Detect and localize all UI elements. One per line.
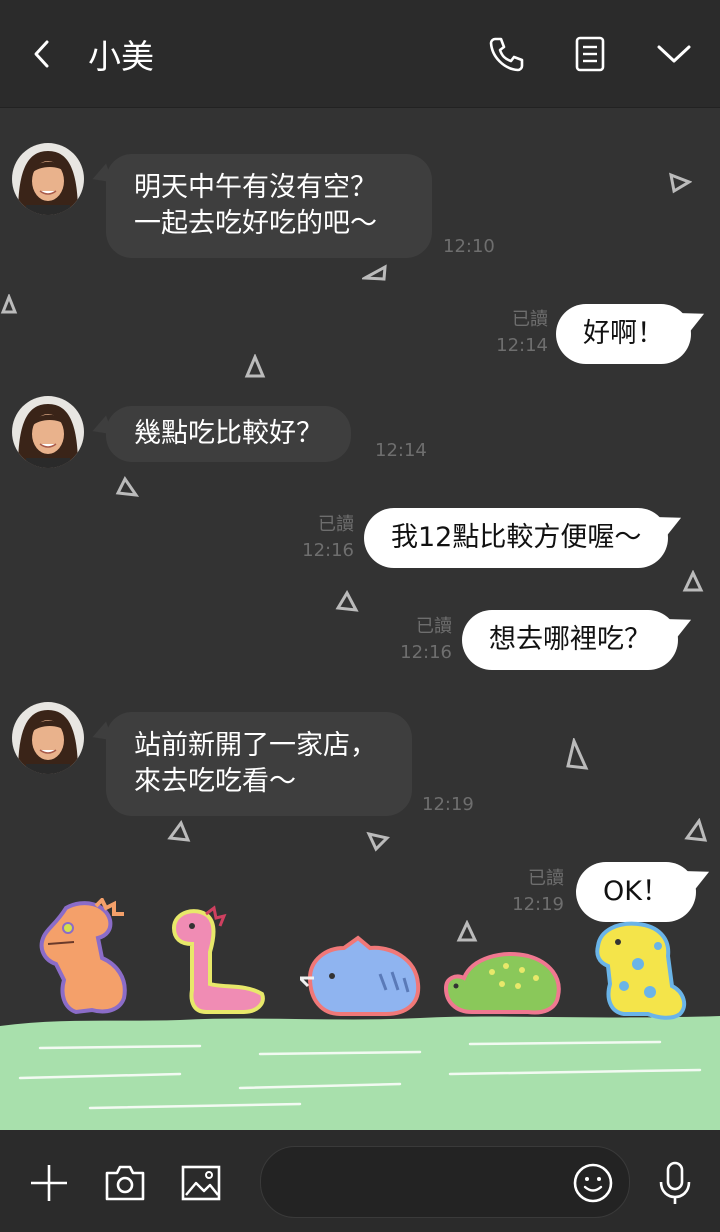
triangle-decoration-icon [244,354,266,378]
message-text-line: 一起去吃好吃的吧～ [134,208,377,239]
message-time: 12:19 [512,894,564,915]
read-receipt: 已讀 [512,309,548,330]
pink-dinosaur-icon [171,905,265,1014]
avatar[interactable] [12,702,84,774]
call-button[interactable] [484,32,528,76]
chat-area[interactable]: 明天中午有沒有空？ 一起去吃好吃的吧～ 12:10 已讀 12:14 好啊！ 幾… [0,108,720,1130]
camera-icon [105,1165,145,1201]
outgoing-message[interactable]: OK！ [576,862,696,922]
outgoing-message[interactable]: 好啊！ [556,304,691,364]
message-meta: 已讀 12:14 [490,307,548,359]
incoming-message[interactable]: 明天中午有沒有空？ 一起去吃好吃的吧～ [106,154,432,258]
phone-icon [489,37,524,72]
read-receipt: 已讀 [528,868,564,889]
yellow-dinosaur-icon [595,921,687,1020]
green-turtle-dinosaur-icon [443,952,561,1015]
message-time: 12:14 [496,335,548,356]
notes-button[interactable] [568,32,612,76]
triangle-decoration-icon [335,590,359,612]
triangle-decoration-icon [566,738,589,770]
image-icon [181,1165,221,1201]
back-button[interactable] [22,34,62,74]
chat-title: 小美 [88,37,154,76]
triangle-decoration-icon [682,570,704,592]
menu-button[interactable] [652,34,696,74]
triangle-decoration-icon [366,831,390,852]
chevron-down-icon [657,45,691,63]
message-time: 12:10 [443,236,495,257]
triangle-decoration-icon [362,264,387,281]
avatar[interactable] [12,143,84,215]
message-composer [0,1130,720,1232]
incoming-message[interactable]: 幾點吃比較好？ [106,406,351,462]
voice-button[interactable] [652,1158,698,1208]
grass-background [0,1016,720,1130]
triangle-decoration-icon [0,294,18,314]
avatar[interactable] [12,396,84,468]
message-text-line: 明天中午有沒有空？ [134,172,377,203]
message-time: 12:19 [422,794,474,815]
chevron-left-icon [34,40,49,68]
outgoing-message[interactable]: 我12點比較方便喔～ [364,508,669,568]
message-text-line: 來去吃吃看～ [134,766,296,797]
message-meta: 已讀 12:19 [506,866,564,918]
message-time: 12:16 [302,540,354,561]
message-text-line: 站前新開了一家店， [134,730,377,761]
read-receipt: 已讀 [318,514,354,535]
message-time: 12:14 [375,440,427,461]
camera-button[interactable] [102,1160,148,1206]
triangle-decoration-icon [669,172,692,194]
message-time: 12:16 [400,642,452,663]
chat-header: 小美 [0,0,720,108]
emoji-button[interactable] [570,1160,616,1206]
image-button[interactable] [178,1160,224,1206]
plus-icon [31,1165,67,1201]
triangle-decoration-icon [456,920,478,942]
orange-dinosaur-icon [39,898,127,1015]
smiley-icon [573,1163,613,1203]
microphone-icon [659,1161,691,1204]
add-button[interactable] [26,1160,72,1206]
triangle-decoration-icon [684,818,708,842]
incoming-message[interactable]: 站前新開了一家店， 來去吃吃看～ [106,712,412,816]
outgoing-message[interactable]: 想去哪裡吃？ [462,610,678,670]
blue-triceratops-icon [300,935,421,1016]
document-icon [575,36,605,72]
message-text-line: 幾點吃比較好？ [134,418,323,449]
read-receipt: 已讀 [416,616,452,637]
triangle-decoration-icon [115,476,140,497]
message-meta: 已讀 12:16 [394,614,452,666]
triangle-decoration-icon [167,820,191,842]
message-meta: 已讀 12:16 [296,512,354,564]
